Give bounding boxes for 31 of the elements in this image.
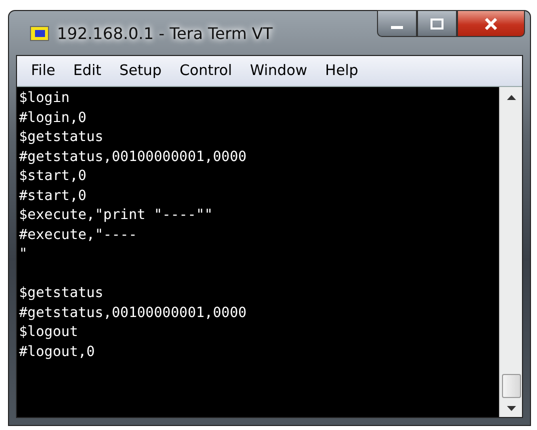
scrollbar-thumb[interactable] (502, 374, 520, 398)
terminal-line: $logout (19, 323, 80, 342)
terminal-line: $getstatus (19, 128, 104, 147)
terminal-line: $execute,"print "----"" (19, 206, 214, 225)
terminal-line: $getstatus (19, 284, 104, 303)
scroll-up-icon[interactable] (506, 95, 516, 100)
minimize-icon (391, 26, 403, 28)
menu-item[interactable]: File (23, 61, 64, 81)
terminal-line: #login,0 (19, 108, 88, 128)
maximize-button[interactable] (417, 10, 457, 37)
menu-item[interactable]: Control (172, 61, 240, 81)
close-icon (484, 18, 498, 30)
terminal-line: $start,0 (19, 167, 88, 186)
maximize-icon (430, 18, 444, 30)
menu-item[interactable]: Window (242, 61, 316, 81)
terminal-line: #getstatus,00100000001,0000 (19, 148, 248, 166)
minimize-button[interactable] (377, 10, 417, 37)
app-icon (30, 26, 49, 40)
menu-item[interactable]: Edit (65, 61, 110, 81)
window-title: 192.168.0.1 - Tera Term VT (57, 24, 273, 42)
menu-item[interactable]: Setup (111, 61, 170, 81)
scroll-down-icon[interactable] (506, 406, 516, 411)
terminal-line: #getstatus,00100000001,0000 (19, 304, 248, 322)
terminal-line: #logout,0 (19, 342, 96, 362)
terminal-line: #start,0 (19, 186, 88, 206)
terminal-line: " (19, 245, 28, 264)
close-button[interactable] (457, 10, 525, 37)
terminal-line: #execute,"---- (19, 226, 138, 244)
menu-item[interactable]: Help (317, 61, 366, 81)
terminal-line: $login (19, 89, 71, 108)
scrollbar[interactable] (499, 87, 522, 417)
